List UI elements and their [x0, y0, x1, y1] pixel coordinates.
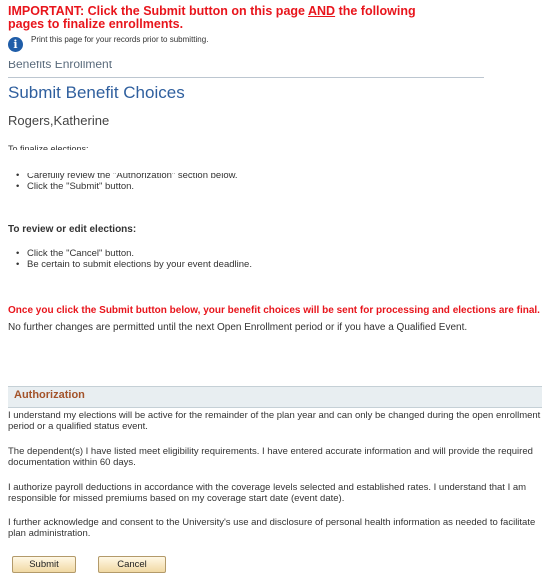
finalize-heading: To finalize elections:: [8, 144, 89, 154]
list-item: Carefully review the "Authorization" sec…: [16, 173, 238, 181]
finalize-steps: Carefully review the "Authorization" sec…: [16, 170, 238, 192]
breadcrumb: Benefits Enrollment: [8, 57, 113, 71]
finality-warning: Once you click the Submit button below, …: [8, 302, 548, 336]
important-notice: IMPORTANT: Click the Submit button on th…: [8, 5, 468, 31]
list-item: Click the "Cancel" button.: [16, 248, 252, 259]
breadcrumb-divider: [8, 77, 484, 78]
finality-warning-red: Once you click the Submit button below, …: [8, 305, 540, 316]
important-line1-pre: IMPORTANT: Click the Submit button on th…: [8, 4, 308, 18]
important-line1-post: the following: [335, 4, 416, 18]
list-item: Click the "Submit" button.: [16, 181, 238, 192]
employee-name: Rogers,Katherine: [8, 113, 110, 128]
authorization-paragraph: I understand my elections will be active…: [8, 410, 541, 432]
authorization-paragraph: The dependent(s) I have listed meet elig…: [8, 446, 533, 468]
authorization-title: Authorization: [14, 389, 85, 401]
page-title: Submit Benefit Choices: [8, 83, 185, 102]
authorization-header: [8, 386, 542, 408]
important-line2: pages to finalize enrollments.: [8, 17, 184, 31]
review-steps: Click the "Cancel" button. Be certain to…: [16, 248, 252, 270]
finality-warning-rest: No further changes are permitted until t…: [8, 322, 468, 333]
list-item: Be certain to submit elections by your e…: [16, 259, 252, 270]
print-notice-text: Print this page for your records prior t…: [31, 35, 209, 44]
print-notice: i Print this page for your records prior…: [8, 35, 209, 52]
submit-button[interactable]: Submit: [12, 556, 76, 573]
authorization-paragraph: I authorize payroll deductions in accord…: [8, 482, 527, 504]
authorization-paragraph: I further acknowledge and consent to the…: [8, 517, 536, 539]
cancel-button[interactable]: Cancel: [98, 556, 166, 573]
important-and: AND: [308, 4, 336, 18]
review-heading: To review or edit elections:: [8, 224, 137, 235]
info-icon: i: [8, 37, 23, 52]
